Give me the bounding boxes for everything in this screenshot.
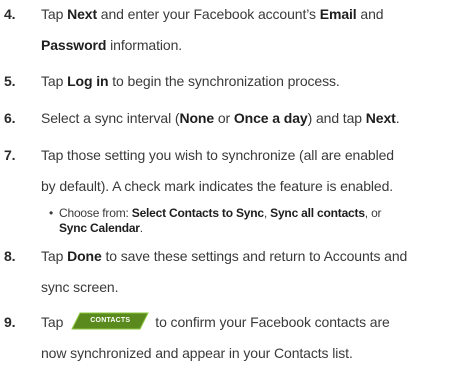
- contacts-button-label: CONTACTS: [90, 317, 131, 325]
- step-number: 9.: [4, 314, 16, 330]
- text-run: information.: [106, 37, 183, 53]
- bold-run: Done: [67, 248, 102, 264]
- bold-run: Email: [319, 6, 357, 22]
- step-line: Tap Done to save these settings and retu…: [41, 242, 473, 270]
- bold-run: Log in: [67, 73, 109, 89]
- instructions-page: 4. Tap Next and enter your Facebook acco…: [0, 0, 473, 376]
- text-run: Tap: [41, 314, 64, 330]
- step-line: Tap Next and enter your Facebook account…: [41, 0, 473, 28]
- bullet-dot: •: [49, 206, 54, 220]
- bold-run: Sync Calendar: [59, 221, 140, 235]
- bullet-text: Choose from: Select Contacts to Sync, Sy…: [59, 206, 465, 236]
- step-text: Tap those setting you wish to synchroniz…: [41, 141, 473, 200]
- text-run: ) and tap: [307, 110, 366, 126]
- bold-run: Sync all contacts: [270, 206, 365, 220]
- bold-run: Next: [365, 110, 396, 126]
- bold-run: Once a day: [233, 110, 308, 126]
- step-line: sync screen.: [41, 279, 119, 295]
- step-text: Select a sync interval (None or Once a d…: [41, 104, 473, 132]
- step-text: Tap CONTACTS to confirm your Facebook cont…: [41, 308, 473, 367]
- step-text: Tap Log in to begin the synchronization …: [41, 67, 473, 95]
- contacts-button[interactable]: CONTACTS: [71, 312, 150, 330]
- step-line: Password information.: [41, 31, 473, 59]
- bold-run: Next: [67, 6, 98, 22]
- text-run: Select a sync interval (: [41, 110, 180, 126]
- step-number: 5.: [4, 73, 16, 89]
- step-text: Tap Done to save these settings and retu…: [41, 242, 473, 301]
- step-line: Tap those setting you wish to synchroniz…: [41, 147, 394, 163]
- bold-run: Password: [41, 37, 107, 53]
- text-run: Tap: [41, 248, 68, 264]
- text-run: to save these settings and return to Acc…: [101, 248, 408, 264]
- text-run: Tap: [41, 73, 68, 89]
- step-line: Tap CONTACTS to confirm your Facebook cont…: [41, 308, 473, 336]
- bold-run: None: [179, 110, 215, 126]
- text-run: , or: [364, 206, 382, 220]
- bold-run: Select Contacts to Sync: [131, 206, 264, 220]
- text-run: to confirm your Facebook contacts are: [155, 314, 390, 330]
- step-line: by default). A check mark indicates the …: [41, 178, 394, 194]
- step-line: now synchronized and appear in your Cont…: [41, 345, 353, 361]
- step-text: Tap Next and enter your Facebook account…: [41, 0, 473, 59]
- text-run: or: [214, 110, 234, 126]
- text-run: Tap: [41, 6, 68, 22]
- text-run: Choose from:: [59, 206, 132, 220]
- text-run: to begin the synchronization process.: [108, 73, 340, 89]
- text-run: .: [139, 221, 143, 235]
- text-run: and: [356, 6, 384, 22]
- text-run: .: [395, 110, 400, 126]
- step-number: 4.: [4, 6, 16, 22]
- text-run: and enter your Facebook account’s: [97, 6, 320, 22]
- step-number: 7.: [4, 147, 16, 163]
- step-number: 8.: [4, 248, 16, 264]
- step-number: 6.: [4, 110, 16, 126]
